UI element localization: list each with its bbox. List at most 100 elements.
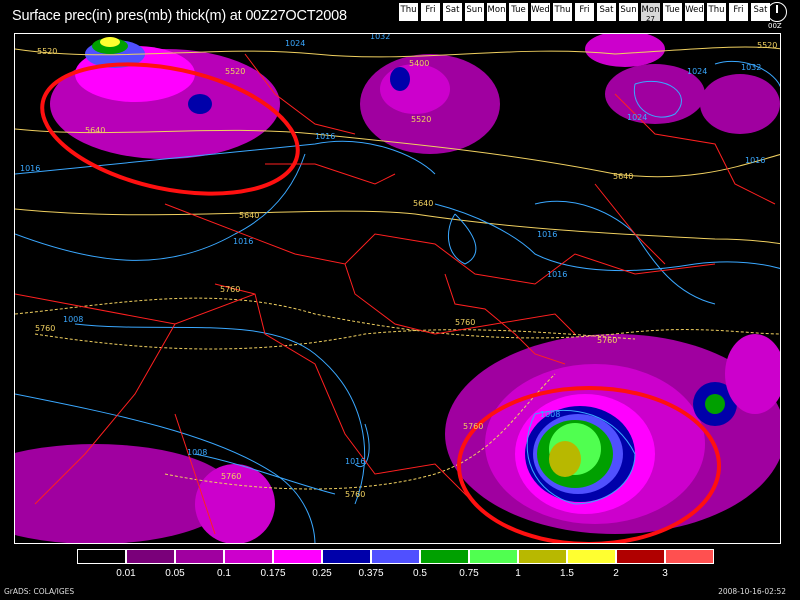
precipitation-shading <box>15 34 780 543</box>
day-label: Sat <box>753 5 768 15</box>
day-label: Sat <box>599 5 614 15</box>
colorbar-cell <box>665 549 714 564</box>
day-button[interactable]: Mon 27 <box>640 2 661 23</box>
day-button[interactable]: Fri <box>420 2 441 22</box>
day-button[interactable]: Sat <box>442 2 463 22</box>
day-button[interactable]: Sun <box>618 2 639 22</box>
pressure-label: 1024 <box>285 39 305 48</box>
day-button[interactable]: Sat <box>596 2 617 22</box>
day-label: Fri <box>425 5 436 15</box>
day-label: Tue <box>511 5 526 15</box>
thickness-label: 5520 <box>37 47 57 56</box>
pressure-label: 1008 <box>63 315 83 324</box>
day-button[interactable]: Tue <box>508 2 529 22</box>
colorbar-cell <box>469 549 518 564</box>
day-selector[interactable]: Thu Fri Sat Sun Mon Tue Wed Thu Fri Sat Sun Mon 27 Tu… <box>398 2 772 23</box>
colorbar-cell <box>126 549 175 564</box>
pressure-label: 1016 <box>315 132 335 141</box>
day-button[interactable]: Mon <box>486 2 507 22</box>
day-label: Mon <box>641 5 660 15</box>
day-button[interactable]: Thu <box>706 2 727 22</box>
pressure-label: 1008 <box>187 448 207 457</box>
clock-label: 00Z <box>768 22 782 30</box>
colorbar-label: 0.5 <box>413 568 427 579</box>
thickness-label: 5760 <box>455 318 475 327</box>
day-button[interactable]: Tue <box>662 2 683 22</box>
day-label: Thu <box>708 5 725 15</box>
thickness-label: 5400 <box>409 59 429 68</box>
day-label: Fri <box>733 5 744 15</box>
colorbar-label: 0.175 <box>260 568 286 579</box>
colorbar-cell <box>567 549 616 564</box>
day-button[interactable]: Fri <box>728 2 749 22</box>
colorbar-label: 0.375 <box>358 568 384 579</box>
thickness-label: 5520 <box>225 67 245 76</box>
day-label: Wed <box>685 5 704 15</box>
day-label: Tue <box>665 5 680 15</box>
pressure-label: 1016 <box>233 237 253 246</box>
pressure-label: 1008 <box>540 410 560 419</box>
day-button[interactable]: Wed <box>530 2 551 22</box>
colorbar-label: 1.5 <box>560 568 574 579</box>
thickness-label: 5760 <box>35 324 55 333</box>
colorbar-cell <box>77 549 126 564</box>
day-label: Thu <box>554 5 571 15</box>
colorbar-label: 2 <box>613 568 619 579</box>
footer-timestamp: 2008-10-16-02:52 <box>718 587 786 596</box>
day-label: Sun <box>466 5 483 15</box>
colorbar-cell <box>322 549 371 564</box>
colorbar-cell <box>420 549 469 564</box>
pressure-label: 1032 <box>370 34 390 41</box>
thickness-label: 5760 <box>463 422 483 431</box>
day-button[interactable]: Thu <box>398 2 419 22</box>
day-button[interactable]: Sun <box>464 2 485 22</box>
thickness-label: 5760 <box>221 472 241 481</box>
map-canvas: 1024 1032 1016 1016 1016 1016 1016 1016 … <box>15 34 780 543</box>
footer-source: GrADS: COLA/IGES <box>4 587 75 596</box>
pressure-label: 1016 <box>547 270 567 279</box>
colorbar-label: 1 <box>515 568 521 579</box>
day-label: Thu <box>400 5 417 15</box>
pressure-label: 1016 <box>537 230 557 239</box>
pressure-label: 1016 <box>745 156 765 165</box>
colorbar-labels: 0.01 0.05 0.1 0.175 0.25 0.375 0.5 0.75 1 1.5 2 3 <box>77 568 720 580</box>
thickness-label: 5520 <box>757 41 777 50</box>
colorbar-cell <box>616 549 665 564</box>
thickness-label: 5760 <box>597 336 617 345</box>
day-label: Mon <box>487 5 506 15</box>
precip-colorbar <box>77 549 714 564</box>
day-label: Wed <box>531 5 550 15</box>
day-button[interactable]: Fri <box>574 2 595 22</box>
day-date: 27 <box>646 15 655 23</box>
thickness-label: 5760 <box>220 285 240 294</box>
thickness-label: 5520 <box>411 115 431 124</box>
colorbar-cell <box>518 549 567 564</box>
colorbar-cell <box>371 549 420 564</box>
colorbar-cell <box>273 549 322 564</box>
colorbar-label: 0.05 <box>165 568 185 579</box>
day-button[interactable]: Wed <box>684 2 705 22</box>
colorbar-label: 0.75 <box>459 568 479 579</box>
thickness-label: 5640 <box>613 172 633 181</box>
thickness-label: 5640 <box>85 126 105 135</box>
colorbar-label: 0.1 <box>217 568 231 579</box>
colorbar-cell <box>175 549 224 564</box>
pressure-label: 1016 <box>345 457 365 466</box>
thickness-label: 5640 <box>413 199 433 208</box>
colorbar-label: 0.25 <box>312 568 332 579</box>
colorbar-label: 0.01 <box>116 568 136 579</box>
clock-icon <box>767 2 787 22</box>
weather-map[interactable]: 1024 1032 1016 1016 1016 1016 1016 1016 … <box>14 33 781 544</box>
day-button[interactable]: Thu <box>552 2 573 22</box>
colorbar-label: 3 <box>662 568 668 579</box>
day-label: Sat <box>445 5 460 15</box>
thickness-label: 5760 <box>345 490 365 499</box>
pressure-label: 1024 <box>627 113 647 122</box>
colorbar-cell <box>224 549 273 564</box>
day-label: Sun <box>620 5 637 15</box>
day-label: Fri <box>579 5 590 15</box>
thickness-label: 5640 <box>239 211 259 220</box>
map-title: Surface prec(in) pres(mb) thick(m) at 00… <box>12 8 347 24</box>
pressure-label: 1016 <box>20 164 40 173</box>
pressure-label: 1024 <box>687 67 707 76</box>
